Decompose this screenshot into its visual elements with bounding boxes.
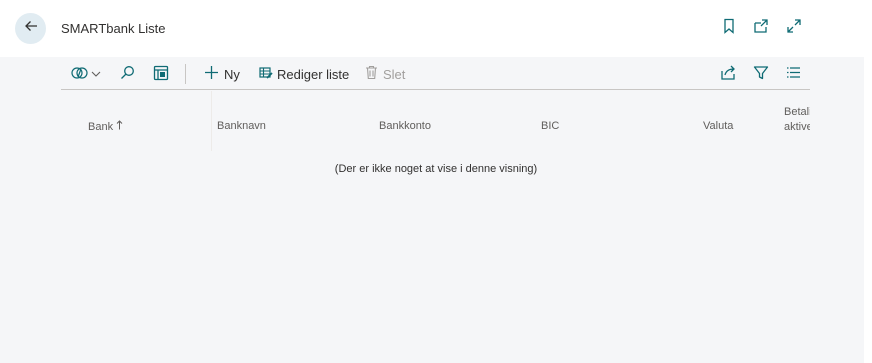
search-button[interactable] <box>120 63 135 85</box>
column-header-betaling-line2: aktive <box>784 121 810 133</box>
right-scrollbar-edge <box>864 0 872 363</box>
page-title: SMARTbank Liste <box>61 21 166 36</box>
share-button[interactable] <box>720 63 736 85</box>
filter-button[interactable] <box>753 63 769 85</box>
new-button-label: Ny <box>224 66 240 82</box>
edit-list-icon <box>259 66 273 83</box>
bookmark-icon <box>722 18 736 39</box>
delete-button-label: Slet <box>383 66 406 82</box>
expand-button[interactable] <box>785 18 803 39</box>
column-divider <box>211 91 212 151</box>
delete-button[interactable]: Slet <box>365 63 405 85</box>
filter-icon <box>753 65 769 84</box>
edit-list-button-label: Rediger liste <box>277 66 350 82</box>
copilot-icon <box>71 65 89 84</box>
plus-icon <box>204 65 219 83</box>
copilot-dropdown-button[interactable] <box>71 63 101 85</box>
analysis-mode-button[interactable] <box>153 63 169 85</box>
share-icon <box>720 65 736 84</box>
column-header-betaling-line1: Betali <box>784 106 810 118</box>
column-header-bank-label: Bank <box>88 121 114 133</box>
list-icon <box>786 65 801 83</box>
column-header-bank[interactable]: Bank <box>88 120 123 133</box>
open-new-window-icon <box>753 18 769 39</box>
bookmark-button[interactable] <box>720 18 738 39</box>
arrow-left-icon <box>23 18 39 39</box>
trash-icon <box>365 65 378 83</box>
toolbar-divider <box>185 64 186 84</box>
column-header-bic[interactable]: BIC <box>541 120 559 132</box>
column-header-valuta[interactable]: Valuta <box>703 120 733 132</box>
column-header-banknavn[interactable]: Banknavn <box>217 120 266 132</box>
edit-list-button[interactable]: Rediger liste <box>259 63 349 85</box>
page-header: SMARTbank Liste <box>0 0 864 57</box>
chevron-down-icon <box>91 67 101 82</box>
column-header-bankkonto[interactable]: Bankkonto <box>379 120 431 132</box>
expand-icon <box>786 18 802 39</box>
table-layout-icon <box>153 65 169 84</box>
search-icon <box>120 65 135 83</box>
new-button[interactable]: Ny <box>204 63 240 85</box>
open-in-new-window-button[interactable] <box>752 18 770 39</box>
empty-list-message: (Der er ikke noget at vise i denne visni… <box>334 163 538 175</box>
back-button[interactable] <box>15 13 46 44</box>
list-view-button[interactable] <box>786 63 801 85</box>
action-bar: Ny Rediger liste Slet <box>61 58 810 90</box>
column-header-betaling[interactable]: Betali aktive <box>784 105 810 135</box>
list-grid: Bank Banknavn Bankkonto BIC Valuta Betal… <box>61 91 810 151</box>
sort-ascending-icon <box>116 120 123 133</box>
